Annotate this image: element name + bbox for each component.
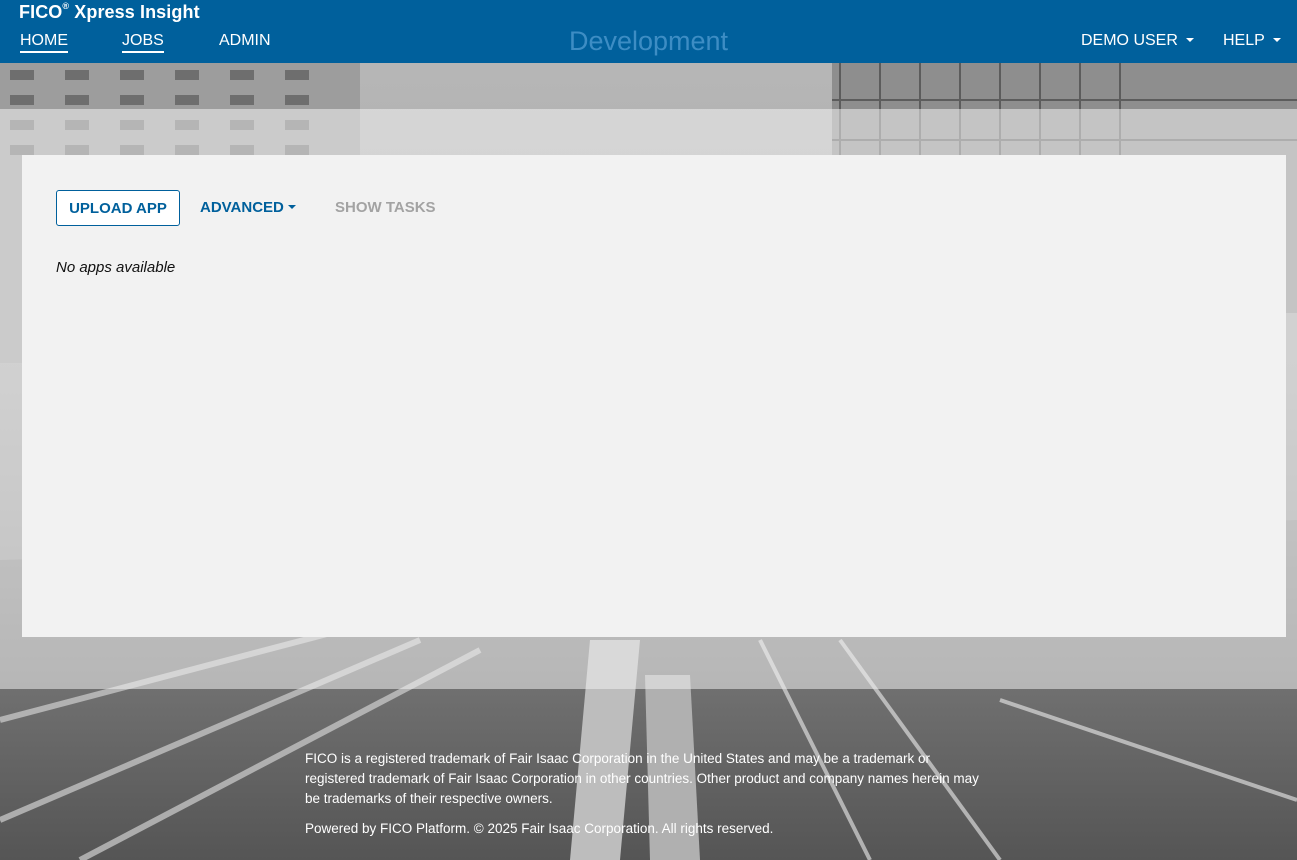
apps-panel: UPLOAD APP ADVANCED SHOW TASKS No apps a… [22, 155, 1286, 637]
registered-mark: ® [62, 1, 70, 11]
nav-admin[interactable]: ADMIN [219, 31, 271, 51]
show-tasks-button[interactable]: SHOW TASKS [335, 199, 436, 216]
caret-down-icon [287, 205, 296, 209]
caret-down-icon [1185, 38, 1194, 42]
advanced-label: ADVANCED [200, 199, 284, 216]
upload-app-button[interactable]: UPLOAD APP [56, 190, 180, 226]
nav-home[interactable]: HOME [20, 31, 68, 53]
copyright-notice: Powered by FICO Platform. © 2025 Fair Is… [305, 821, 774, 836]
help-menu-dropdown[interactable]: HELP [1223, 31, 1281, 51]
brand-prefix: FICO [19, 2, 63, 22]
help-menu-label: HELP [1223, 32, 1265, 49]
app-brand: FICO® Xpress Insight [19, 1, 200, 23]
caret-down-icon [1272, 38, 1281, 42]
trademark-notice: FICO is a registered trademark of Fair I… [305, 751, 979, 806]
user-menu-label: DEMO USER [1081, 32, 1178, 49]
user-menu-dropdown[interactable]: DEMO USER [1081, 31, 1194, 51]
advanced-dropdown[interactable]: ADVANCED [200, 199, 296, 216]
page-footer: FICO is a registered trademark of Fair I… [305, 749, 985, 839]
brand-suffix: Xpress Insight [74, 2, 200, 22]
empty-apps-message: No apps available [56, 259, 176, 276]
top-navigation-bar: FICO® Xpress Insight HOME JOBS ADMIN Dev… [0, 0, 1297, 63]
nav-jobs[interactable]: JOBS [122, 31, 164, 53]
